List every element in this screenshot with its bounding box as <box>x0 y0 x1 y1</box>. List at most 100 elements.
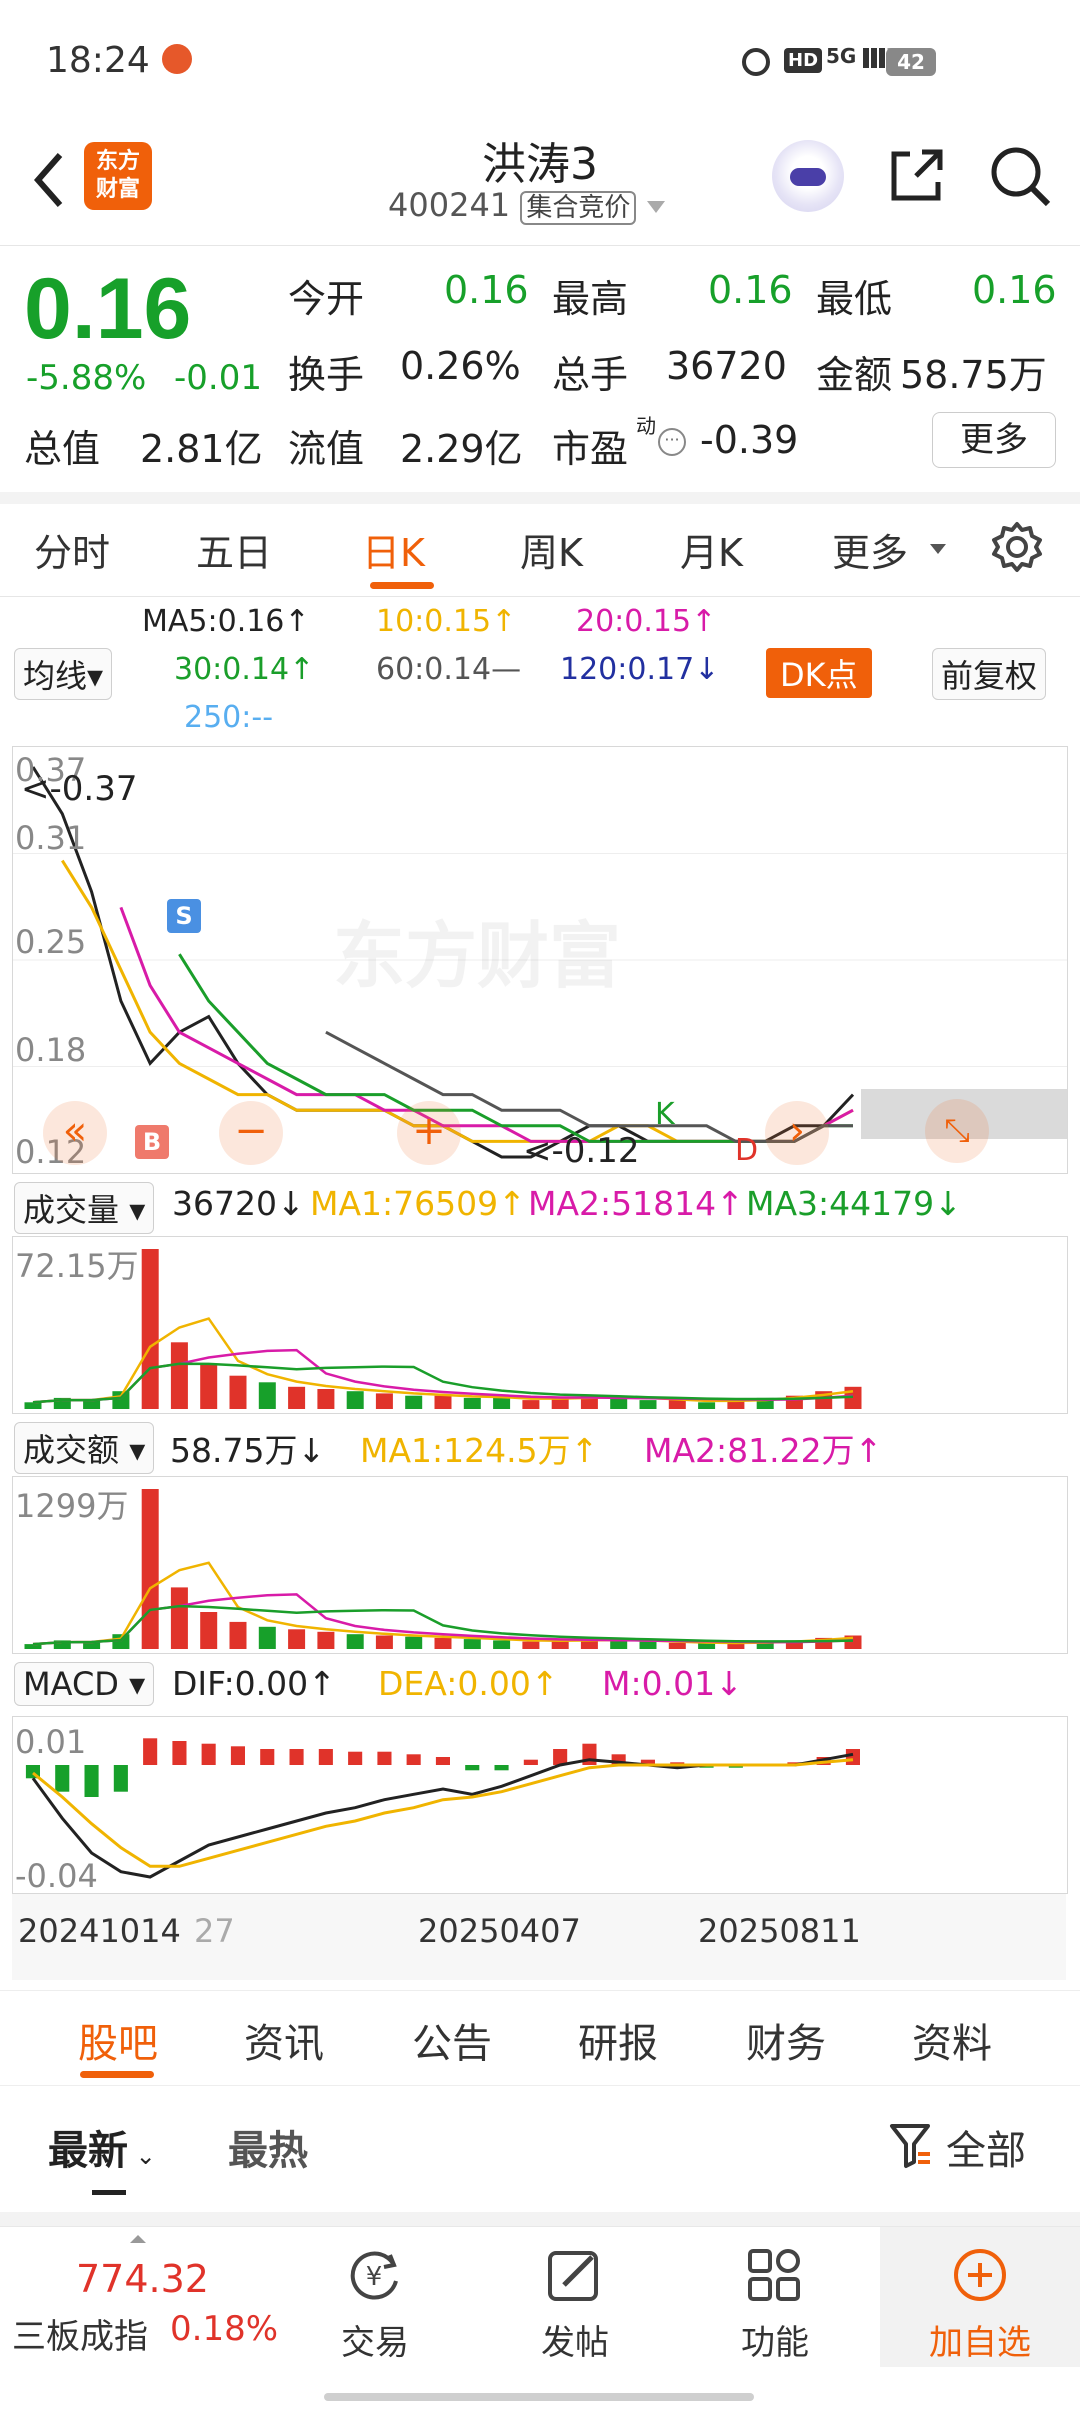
watermark: 东方财富 <box>333 914 622 998</box>
volume-value: 36720 <box>666 344 787 388</box>
brand-logo: 东方财富 <box>84 142 152 210</box>
battery-level: 42 <box>897 50 925 74</box>
more-dots-icon[interactable]: ··· <box>658 428 686 456</box>
functions-button[interactable]: 功能 <box>700 2227 850 2367</box>
trade-button[interactable]: ¥ 交易 <box>300 2227 450 2367</box>
macd-selector[interactable]: MACD ▾ <box>14 1662 155 1706</box>
tab-five-day[interactable]: 五日 <box>196 522 272 577</box>
d-marker: D <box>735 1133 759 1168</box>
bar <box>229 1621 247 1649</box>
bar <box>170 1587 188 1649</box>
low-value: 0.16 <box>972 268 1057 312</box>
share-icon[interactable] <box>886 146 946 206</box>
sort-latest-indicator <box>92 2190 126 2195</box>
dk-point-button[interactable]: DK点 <box>766 648 872 698</box>
filter-icon[interactable] <box>888 2122 932 2170</box>
bottom-bar: 774.32 三板成指 0.18% ¥ 交易 发帖 功能 加自选 <box>0 2226 1080 2409</box>
macd-bar <box>406 1754 421 1765</box>
sort-latest[interactable]: 最新 ⌄ <box>48 2118 156 2176</box>
volume-selector[interactable]: 成交量 ▾ <box>14 1182 155 1234</box>
back-icon[interactable] <box>30 150 70 210</box>
bar <box>668 1400 686 1409</box>
bar <box>405 1395 423 1409</box>
amount-ma1: MA1:124.5万↑ <box>360 1431 599 1470</box>
macd-bar <box>377 1751 392 1765</box>
open-label: 今开 <box>288 277 365 321</box>
bar <box>141 1249 159 1409</box>
bar <box>493 1397 511 1409</box>
filter-all[interactable]: 全部 <box>946 2118 1026 2176</box>
tab-monthly-k[interactable]: 月K <box>680 522 743 577</box>
tab-intraday[interactable]: 分时 <box>34 522 110 577</box>
tab-research[interactable]: 研报 <box>578 2011 658 2069</box>
bar <box>639 1400 657 1409</box>
volume-ma1: MA1:76509↑ <box>310 1184 526 1223</box>
bar <box>317 1389 335 1409</box>
info-tab-bar: 股吧 资讯 公告 研报 财务 资料 <box>0 1990 1080 2086</box>
max-price-label: <-0.37 <box>21 769 138 809</box>
change-percent: -5.88% <box>26 358 147 398</box>
buy-signal-marker[interactable]: B <box>135 1125 169 1159</box>
bar <box>375 1393 393 1409</box>
ma250-value: 250:-- <box>184 700 274 735</box>
macd-bar <box>523 1759 538 1765</box>
settings-gear-icon[interactable] <box>990 520 1044 574</box>
fullscreen-icon[interactable]: ⤡ <box>925 1099 989 1163</box>
macd-bar <box>289 1749 304 1765</box>
tab-daily-k[interactable]: 日K <box>362 522 425 577</box>
filter-row: 最新 ⌄ 最热 全部 <box>0 2086 1080 2226</box>
volume-label: 总手 <box>552 353 629 397</box>
add-watchlist-button[interactable]: 加自选 <box>880 2227 1080 2367</box>
macd-dea-line <box>32 1758 854 1868</box>
index-widget[interactable]: 774.32 三板成指 0.18% <box>0 2227 300 2367</box>
volume-max-label: 72.15万 <box>15 1247 139 1285</box>
tab-weekly-k[interactable]: 周K <box>520 522 583 577</box>
battery-icon: 42 <box>886 48 936 76</box>
brand-logo-text: 东方财富 <box>95 149 140 202</box>
macd-selector-label: MACD <box>23 1665 119 1703</box>
trade-icon: ¥ <box>344 2245 404 2305</box>
zoom-in-icon[interactable]: + <box>397 1101 461 1165</box>
tab-finance[interactable]: 财务 <box>746 2011 826 2069</box>
post-button[interactable]: 发帖 <box>500 2227 650 2367</box>
more-button[interactable]: 更多 <box>932 412 1056 468</box>
kline-chart[interactable]: 东方财富 0.37 0.31 0.25 0.18 0.12 <-0.37 <-0… <box>12 746 1068 1174</box>
post-label: 发帖 <box>541 2323 609 2363</box>
volume-chart[interactable]: 72.15万 <box>12 1236 1068 1414</box>
tab-forum[interactable]: 股吧 <box>78 2011 158 2069</box>
status-time: 18:24 <box>46 40 150 81</box>
tab-more[interactable]: 更多 <box>832 522 908 577</box>
stock-code-row[interactable]: 400241 集合竞价 <box>388 186 665 225</box>
x-tick-start: 20241014 <box>18 1912 181 1950</box>
tab-news[interactable]: 资讯 <box>244 2011 324 2069</box>
scroll-right-icon[interactable]: › <box>765 1101 829 1165</box>
macd-bar <box>494 1765 509 1771</box>
functions-icon <box>744 2245 804 2305</box>
zoom-out-icon[interactable]: − <box>219 1101 283 1165</box>
svg-text:¥: ¥ <box>366 2262 383 2292</box>
pe-value: -0.39 <box>700 418 799 462</box>
amount-chart[interactable]: 1299万 <box>12 1476 1068 1654</box>
macd-ytick-top: 0.01 <box>15 1723 87 1761</box>
home-indicator[interactable] <box>324 2393 754 2401</box>
robot-assistant-icon[interactable] <box>772 140 844 212</box>
sell-signal-marker[interactable]: S <box>167 899 201 933</box>
tab-profile[interactable]: 资料 <box>912 2011 992 2069</box>
sort-hot[interactable]: 最热 <box>228 2118 308 2176</box>
ma-selector[interactable]: 均线▾ <box>14 648 113 700</box>
volume-ma3: MA3:44179↓ <box>746 1184 962 1223</box>
macd-bar <box>113 1765 128 1792</box>
scroll-left-icon[interactable]: « <box>43 1101 107 1165</box>
float-value: 2.29亿 <box>400 427 523 471</box>
amount-selector[interactable]: 成交额 ▾ <box>14 1422 155 1474</box>
bar <box>522 1641 540 1649</box>
tab-announcements[interactable]: 公告 <box>412 2011 492 2069</box>
adjust-mode-button[interactable]: 前复权 <box>932 648 1047 700</box>
bar <box>317 1631 335 1649</box>
bar <box>346 1634 364 1649</box>
chevron-down-icon <box>646 201 665 213</box>
bar <box>610 1640 628 1649</box>
macd-chart[interactable]: 0.01 -0.04 <box>12 1716 1068 1895</box>
change-amount: -0.01 <box>174 358 262 398</box>
search-icon[interactable] <box>988 144 1052 208</box>
